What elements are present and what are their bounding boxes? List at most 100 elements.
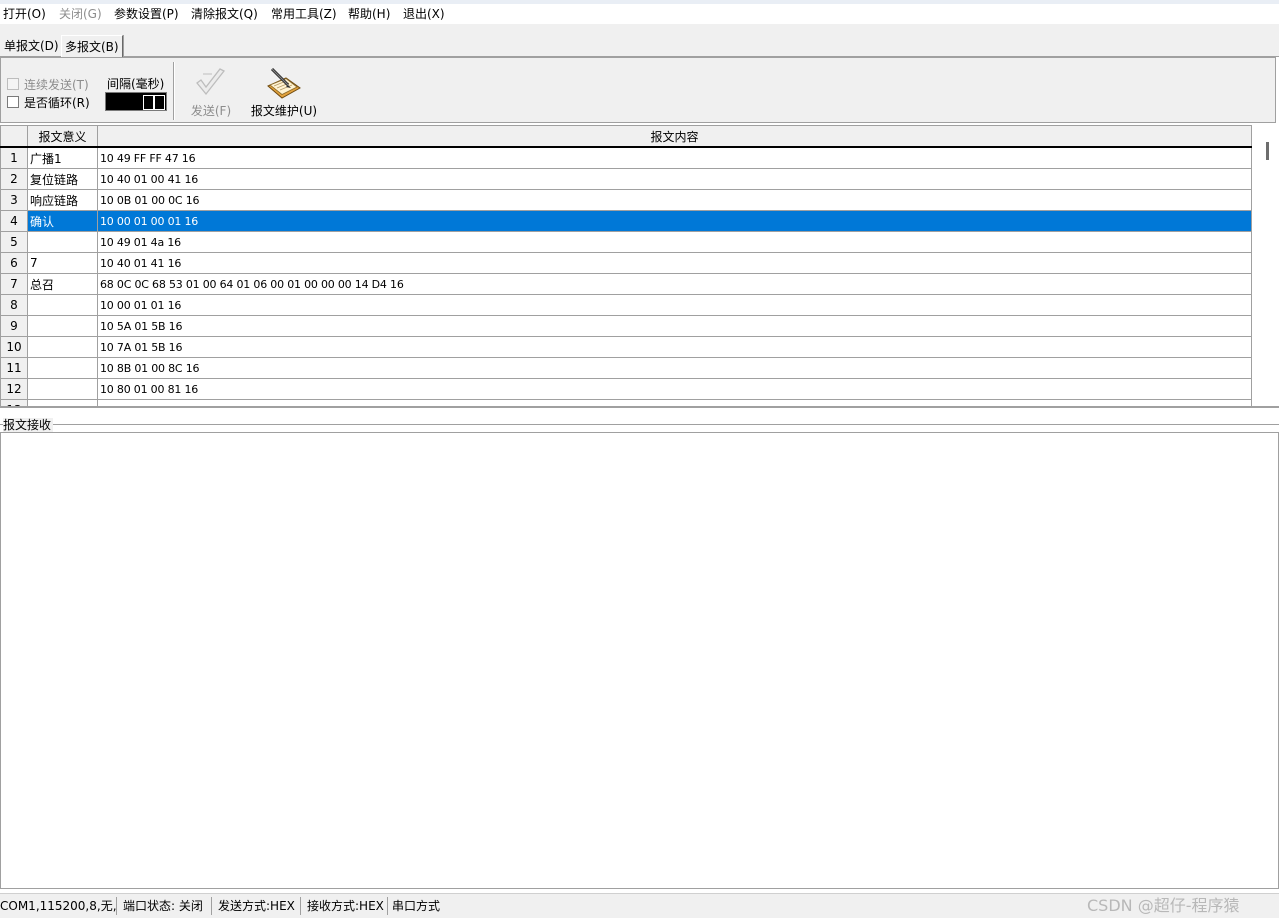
table-row[interactable]: 5 10 49 01 4a 16 [0, 231, 1252, 253]
row-index[interactable]: 8 [0, 294, 28, 316]
table-row[interactable]: 6 7 10 40 01 41 16 [0, 252, 1252, 274]
cell-content[interactable]: 10 0B 01 00 0C 16 [97, 189, 1252, 211]
toolbar-panel: 连续发送(T) 是否循环(R) 间隔(毫秒) 发送(F) 报文维护(U) [0, 57, 1276, 123]
interval-input[interactable] [105, 92, 167, 111]
table-row[interactable]: 11 10 8B 01 00 8C 16 [0, 357, 1252, 379]
cell-meaning[interactable] [27, 378, 98, 400]
loop-checkbox[interactable]: 是否循环(R) [7, 96, 90, 110]
table-row[interactable]: 10 10 7A 01 5B 16 [0, 336, 1252, 358]
table-row[interactable]: 4 确认 10 00 01 00 01 16 [0, 210, 1252, 232]
notepad-pen-icon [267, 67, 301, 99]
receive-title: 报文接收 [3, 418, 54, 432]
status-port-params: COM1,115200,8,无,1 [0, 897, 117, 915]
receive-panel: 报文接收 [0, 418, 1279, 891]
tab-multi-message[interactable]: 多报文(B) [61, 35, 123, 58]
cell-meaning[interactable]: 7 [27, 252, 98, 274]
cell-content[interactable]: 10 8B 01 00 8C 16 [97, 357, 1252, 379]
table-row[interactable]: 12 10 80 01 00 81 16 [0, 378, 1252, 400]
cell-content[interactable]: 10 49 FF FF 47 16 [97, 146, 1252, 169]
cell-meaning[interactable]: 复位链路 [27, 168, 98, 190]
cell-content[interactable]: 10 40 01 00 41 16 [97, 168, 1252, 190]
header-meaning[interactable]: 报文意义 [27, 125, 98, 148]
menu-bar: 打开(O) 关闭(G) 参数设置(P) 清除报文(Q) 常用工具(Z) 帮助(H… [0, 4, 1279, 24]
tab-single-message[interactable]: 单报文(D) [1, 37, 62, 56]
spin-down-icon[interactable] [154, 95, 165, 110]
message-grid: 报文意义 报文内容 1 广播1 10 49 FF FF 47 16 2 复位链路 10 4… [0, 123, 1279, 408]
table-header-row: 报文意义 报文内容 [0, 125, 1252, 148]
status-recv-mode: 接收方式:HEX [304, 897, 388, 915]
table-row[interactable]: 2 复位链路 10 40 01 00 41 16 [0, 168, 1252, 190]
interval-label: 间隔(毫秒) [107, 77, 165, 91]
cell-meaning[interactable]: 确认 [27, 210, 98, 232]
menu-clear-messages[interactable]: 清除报文(Q) [191, 6, 258, 22]
row-index[interactable]: 7 [0, 273, 28, 295]
menu-settings[interactable]: 参数设置(P) [114, 6, 179, 22]
loop-label: 是否循环(R) [24, 96, 90, 110]
watermark: CSDN @超仔-程序猿 [1087, 896, 1240, 915]
table-row[interactable]: 13 10 C9 01 00 CA 16 [0, 399, 1252, 406]
cell-content[interactable]: 10 5A 01 5B 16 [97, 315, 1252, 337]
cell-content[interactable]: 10 80 01 00 81 16 [97, 378, 1252, 400]
maintain-messages-button[interactable]: 报文维护(U) [248, 60, 320, 120]
row-index[interactable]: 13 [0, 399, 28, 406]
spin-up-icon[interactable] [143, 95, 154, 110]
send-label: 发送(F) [190, 104, 232, 118]
cell-meaning[interactable] [27, 294, 98, 316]
tab-bar: 单报文(D) 多报文(B) [0, 24, 1279, 58]
receive-textarea[interactable] [0, 432, 1279, 889]
menu-close[interactable]: 关闭(G) [59, 6, 102, 22]
status-send-mode: 发送方式:HEX [215, 897, 301, 915]
row-index[interactable]: 1 [0, 146, 28, 169]
cell-meaning[interactable] [27, 315, 98, 337]
cell-content[interactable]: 10 00 01 01 16 [97, 294, 1252, 316]
cell-meaning[interactable]: 总召 [27, 273, 98, 295]
cell-content[interactable]: 10 C9 01 00 CA 16 [97, 399, 1252, 406]
menu-help[interactable]: 帮助(H) [348, 6, 390, 22]
menu-open[interactable]: 打开(O) [3, 6, 46, 22]
row-index[interactable]: 2 [0, 168, 28, 190]
receive-group-line [0, 424, 1279, 425]
checkbox-box [7, 78, 19, 90]
row-index[interactable]: 6 [0, 252, 28, 274]
cell-meaning[interactable] [27, 399, 98, 406]
menu-exit[interactable]: 退出(X) [403, 6, 445, 22]
status-conn-mode: 串口方式 [392, 899, 441, 913]
checkbox-box [7, 96, 19, 108]
row-index[interactable]: 9 [0, 315, 28, 337]
row-index[interactable]: 5 [0, 231, 28, 253]
message-table: 报文意义 报文内容 1 广播1 10 49 FF FF 47 16 2 复位链路 10 4… [0, 125, 1252, 406]
cell-content[interactable]: 10 40 01 41 16 [97, 252, 1252, 274]
cell-meaning[interactable] [27, 336, 98, 358]
continuous-send-label: 连续发送(T) [24, 78, 89, 92]
row-index[interactable]: 3 [0, 189, 28, 211]
cell-meaning[interactable]: 广播1 [27, 146, 98, 169]
header-content[interactable]: 报文内容 [97, 125, 1252, 148]
row-index[interactable]: 12 [0, 378, 28, 400]
status-bar: COM1,115200,8,无,1 端口状态: 关闭 发送方式:HEX 接收方式… [0, 893, 1279, 918]
status-port-state: 端口状态: 关闭 [120, 897, 212, 915]
table-row[interactable]: 8 10 00 01 01 16 [0, 294, 1252, 316]
checkmark-icon [196, 68, 226, 96]
table-row[interactable]: 7 总召 68 0C 0C 68 53 01 00 64 01 06 00 01 0… [0, 273, 1252, 295]
row-index[interactable]: 10 [0, 336, 28, 358]
continuous-send-checkbox[interactable]: 连续发送(T) [7, 78, 89, 92]
row-index[interactable]: 4 [0, 210, 28, 232]
cell-content[interactable]: 10 00 01 00 01 16 [97, 210, 1252, 232]
cell-meaning[interactable] [27, 357, 98, 379]
scrollbar-thumb[interactable] [1266, 142, 1269, 160]
table-row[interactable]: 9 10 5A 01 5B 16 [0, 315, 1252, 337]
maintain-messages-label: 报文维护(U) [250, 104, 318, 118]
cell-content[interactable]: 10 49 01 4a 16 [97, 231, 1252, 253]
menu-tools[interactable]: 常用工具(Z) [271, 6, 337, 22]
header-corner [0, 125, 28, 148]
cell-meaning[interactable]: 响应链路 [27, 189, 98, 211]
send-button[interactable]: 发送(F) [184, 60, 238, 120]
grid-vertical-scrollbar[interactable] [1258, 123, 1279, 406]
table-row[interactable]: 1 广播1 10 49 FF FF 47 16 [0, 146, 1252, 169]
cell-content[interactable]: 68 0C 0C 68 53 01 00 64 01 06 00 01 00 0… [97, 273, 1252, 295]
table-row[interactable]: 3 响应链路 10 0B 01 00 0C 16 [0, 189, 1252, 211]
row-index[interactable]: 11 [0, 357, 28, 379]
toolbar-separator [173, 62, 175, 120]
cell-meaning[interactable] [27, 231, 98, 253]
cell-content[interactable]: 10 7A 01 5B 16 [97, 336, 1252, 358]
